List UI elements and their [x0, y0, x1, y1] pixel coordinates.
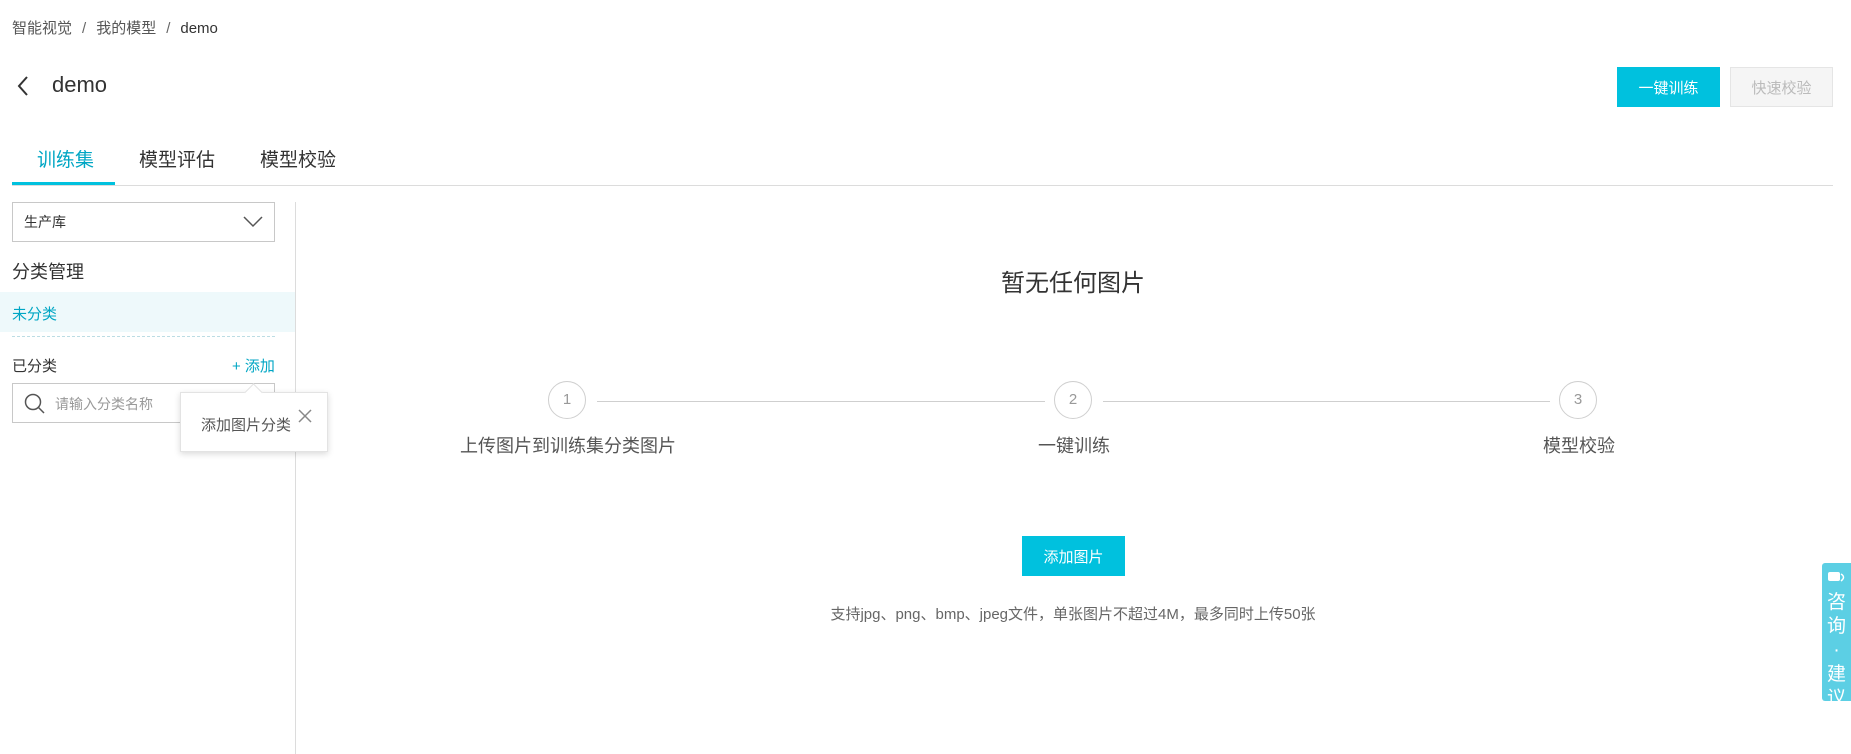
upload-hint: 支持jpg、png、bmp、jpeg文件，单张图片不超过4M，最多同时上传50张 — [830, 606, 1316, 623]
breadcrumb-separator: / — [82, 20, 87, 37]
one-click-train-button[interactable]: 一键训练 — [1617, 67, 1720, 107]
breadcrumb-item-smart-vision[interactable]: 智能视觉 — [12, 20, 72, 37]
close-icon[interactable] — [297, 408, 313, 424]
tab-model-verification[interactable]: 模型校验 — [260, 145, 336, 172]
feedback-button[interactable]: 咨询 · 建议 — [1822, 563, 1851, 709]
active-tab-indicator — [12, 182, 115, 185]
search-icon — [24, 393, 45, 414]
back-button[interactable] — [14, 74, 34, 98]
categorized-label: 已分类 — [12, 358, 58, 375]
tab-bar: 训练集 模型评估 模型校验 — [12, 135, 1833, 186]
uncategorized-item[interactable]: 未分类 — [0, 292, 295, 332]
breadcrumb: 智能视觉 / 我的模型 / demo — [12, 17, 218, 38]
breadcrumb-separator: / — [166, 20, 171, 37]
step-1-number: 1 — [548, 381, 586, 419]
empty-state-title-wrap: 暂无任何图片 — [0, 263, 1851, 298]
chevron-left-icon — [17, 76, 28, 96]
breadcrumb-item-current: demo — [180, 20, 218, 37]
tooltip-text: 添加图片分类 — [201, 417, 292, 434]
breadcrumb-item-my-models[interactable]: 我的模型 — [96, 20, 156, 37]
tab-training-set[interactable]: 训练集 — [37, 145, 94, 172]
tab-model-evaluation[interactable]: 模型评估 — [139, 145, 215, 172]
step-connector — [597, 401, 1045, 402]
add-category-link[interactable]: + 添加 — [232, 355, 275, 376]
step-3-number: 3 — [1559, 381, 1597, 419]
step-1-label: 上传图片到训练集分类图片 — [460, 436, 676, 456]
add-category-tooltip: 添加图片分类 — [180, 383, 328, 452]
feedback-label: 咨询 · 建议 — [1826, 592, 1846, 709]
step-3-label: 模型校验 — [1543, 436, 1615, 456]
step-2-label: 一键训练 — [1038, 436, 1110, 456]
divider — [12, 336, 275, 337]
page-title: demo — [52, 72, 108, 97]
library-select-value: 生产库 — [24, 214, 66, 230]
empty-state-title: 暂无任何图片 — [1001, 270, 1145, 297]
chevron-down-icon — [243, 216, 263, 228]
step-2-number: 2 — [1054, 381, 1092, 419]
quick-verify-button: 快速校验 — [1730, 67, 1833, 107]
chat-icon — [1828, 572, 1845, 582]
add-images-button[interactable]: 添加图片 — [1022, 536, 1125, 576]
library-select[interactable]: 生产库 — [12, 202, 275, 242]
uncategorized-label: 未分类 — [12, 306, 58, 323]
step-connector — [1103, 401, 1550, 402]
